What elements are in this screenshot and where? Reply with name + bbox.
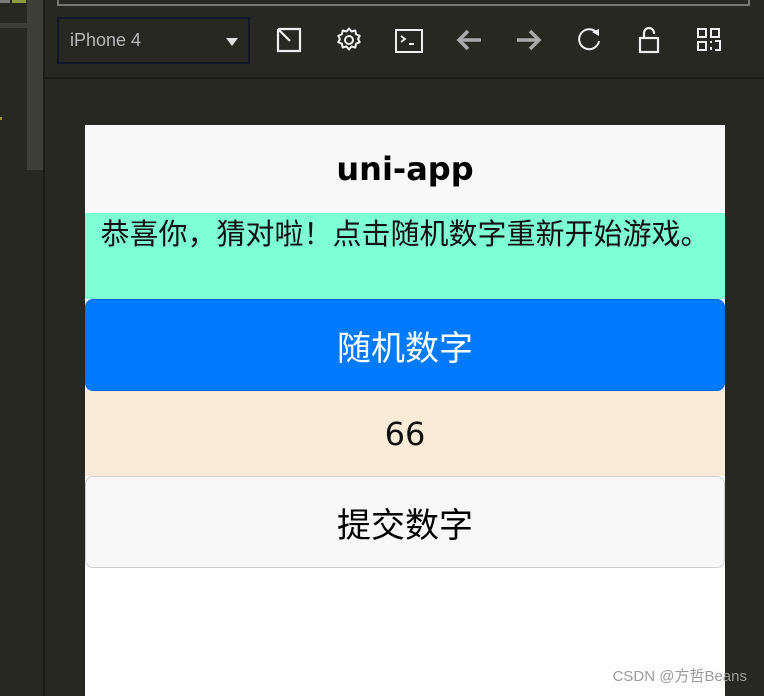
arrow-right-icon xyxy=(517,29,542,51)
console-button[interactable] xyxy=(391,22,427,58)
settings-button[interactable] xyxy=(331,22,367,58)
random-number-button[interactable]: 随机数字 xyxy=(85,299,725,391)
toolbar-divider xyxy=(45,77,764,79)
editor-side-pane xyxy=(0,0,43,696)
expand-button[interactable] xyxy=(271,22,307,58)
gear-icon xyxy=(337,27,361,51)
side-tab-indicator xyxy=(0,0,10,3)
chevron-down-icon xyxy=(226,38,238,46)
device-select[interactable]: iPhone 4 xyxy=(57,17,250,64)
side-divider xyxy=(0,23,27,28)
current-number: 66 xyxy=(85,391,725,476)
result-message: 恭喜你，猜对啦！点击随机数字重新开始游戏。 xyxy=(85,213,725,299)
terminal-icon xyxy=(395,29,423,53)
qrcode-icon xyxy=(697,28,721,51)
refresh-button[interactable] xyxy=(571,22,607,58)
side-tab-indicator-accent xyxy=(12,0,26,3)
expand-icon xyxy=(276,27,302,53)
url-bar-frame xyxy=(57,0,750,6)
unlock-button[interactable] xyxy=(631,22,667,58)
unlock-icon xyxy=(638,26,660,54)
pane-splitter[interactable] xyxy=(43,0,45,696)
device-preview: uni-app 恭喜你，猜对啦！点击随机数字重新开始游戏。 随机数字 66 提交… xyxy=(85,125,725,696)
back-button[interactable] xyxy=(451,22,487,58)
refresh-icon xyxy=(578,28,600,51)
side-marker xyxy=(0,117,2,120)
nav-bar: uni-app xyxy=(85,125,725,213)
forward-button[interactable] xyxy=(511,22,547,58)
device-select-value: iPhone 4 xyxy=(70,30,142,50)
watermark: CSDN @方哲Beans xyxy=(612,668,747,685)
side-scrollbar[interactable] xyxy=(27,0,43,170)
qrcode-button[interactable] xyxy=(691,22,727,58)
arrow-left-icon xyxy=(456,29,481,51)
nav-title: uni-app xyxy=(336,150,474,188)
submit-number-button[interactable]: 提交数字 xyxy=(85,476,725,568)
